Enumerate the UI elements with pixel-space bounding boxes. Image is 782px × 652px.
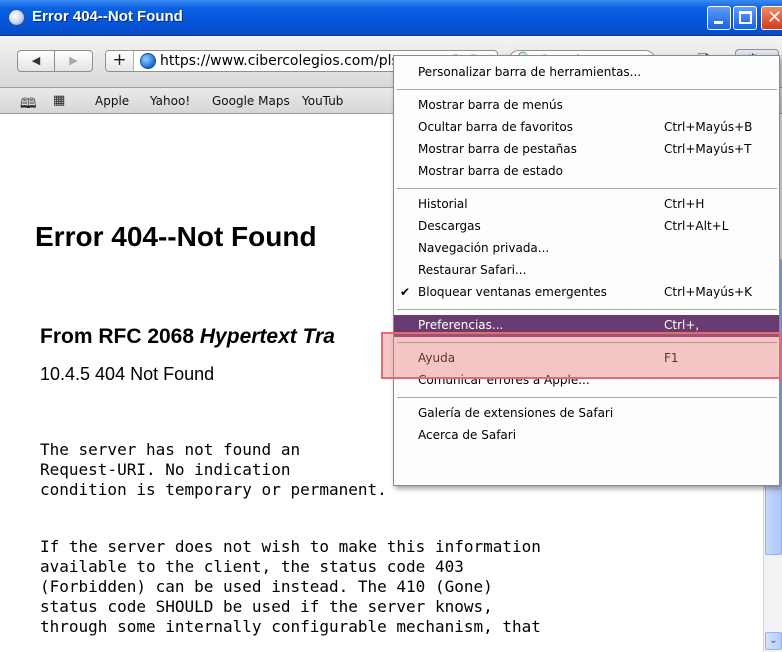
url-field[interactable]: https://www.cibercolegios.com/pls [160,53,402,69]
menu-item-personalizar-barra-de-herramientas[interactable]: Personalizar barra de herramientas... [394,62,779,84]
bookmark-yahoo[interactable]: Yahoo! [150,94,190,108]
rfc-heading-text: From RFC 2068 [40,325,200,348]
menu-separator [397,89,777,90]
window-title: Error 404--Not Found [32,8,183,25]
scroll-down-button[interactable]: ⌄ [765,632,782,650]
section-heading: 10.4.5 404 Not Found [40,364,215,384]
forward-button[interactable]: ▶ [55,51,92,71]
paragraph-2: If the server does not wish to make this… [40,537,541,636]
menu-item-label: Navegación privada... [418,241,550,255]
menu-item-mostrar-barra-de-estado[interactable]: Mostrar barra de estado [394,161,779,183]
menu-item-label: Descargas [418,219,481,233]
reading-list-icon[interactable]: 🕮 [20,93,37,117]
safari-app-icon[interactable] [8,9,25,26]
close-button[interactable]: ✕ [761,6,782,30]
menu-item-shortcut: Ctrl+Mayús+K [664,285,752,299]
menu-item-restaurar-safari[interactable]: Restaurar Safari... [394,260,779,282]
menu-item-label: Restaurar Safari... [418,263,527,277]
top-sites-icon[interactable]: ▦ [53,93,65,108]
menu-item-shortcut: Ctrl+, [664,318,700,332]
menu-item-label: Mostrar barra de menús [418,98,563,112]
annotation-highlight [381,332,781,379]
checkmark-icon: ✔ [400,285,411,299]
maximize-button[interactable] [733,6,757,30]
title-bar: Error 404--Not Found ✕ [0,0,782,36]
menu-item-galeria-de-extensiones-de-safari[interactable]: Galería de extensiones de Safari [394,403,779,425]
menu-item-shortcut: Ctrl+H [664,197,705,211]
rfc-heading: From RFC 2068 Hypertext Tra [40,325,335,349]
menu-item-label: Historial [418,197,468,211]
navigation-buttons: ◀ ▶ [17,50,93,72]
menu-item-mostrar-barra-de-pestanas[interactable]: Mostrar barra de pestañas Ctrl+Mayús+T [394,139,779,161]
page-title: Error 404--Not Found [35,221,317,252]
menu-item-mostrar-barra-de-menus[interactable]: Mostrar barra de menús [394,95,779,117]
menu-item-label: Acerca de Safari [418,428,517,442]
paragraph-1: The server has not found an Request-URI.… [40,440,387,499]
menu-item-descargas[interactable]: Descargas Ctrl+Alt+L [394,216,779,238]
bookmark-google-maps[interactable]: Google Maps [212,94,290,108]
menu-item-label: Galería de extensiones de Safari [418,406,614,420]
menu-item-acerca-de-safari[interactable]: Acerca de Safari [394,425,779,447]
menu-item-shortcut: Ctrl+Alt+L [664,219,729,233]
menu-item-navegacion-privada[interactable]: Navegación privada... [394,238,779,260]
back-button[interactable]: ◀ [18,51,55,71]
menu-item-label: Preferencias... [418,318,504,332]
menu-item-shortcut: Ctrl+Mayús+B [664,120,753,134]
menu-item-label: Ocultar barra de favoritos [418,120,573,134]
menu-item-ocultar-barra-de-favoritos[interactable]: Ocultar barra de favoritos Ctrl+Mayús+B [394,117,779,139]
minimize-button[interactable] [707,6,731,30]
maximize-icon [739,11,752,24]
menu-separator [397,397,777,398]
menu-separator [397,309,777,310]
settings-menu: Personalizar barra de herramientas... Mos… [393,55,780,486]
menu-item-bloquear-ventanas-emergentes[interactable]: ✔ Bloquear ventanas emergentes Ctrl+Mayús+… [394,282,779,304]
menu-item-label: Mostrar barra de estado [418,164,563,178]
minimize-icon [714,21,723,24]
bookmark-apple[interactable]: Apple [95,94,129,108]
globe-icon [140,53,156,69]
menu-item-shortcut: Ctrl+Mayús+T [664,142,752,156]
menu-item-label: Mostrar barra de pestañas [418,142,577,156]
menu-separator [397,188,777,189]
close-icon: ✕ [767,7,782,28]
add-bookmark-button[interactable]: + [106,51,134,71]
bookmark-youtube[interactable]: YouTub [302,94,343,108]
menu-item-historial[interactable]: Historial Ctrl+H [394,194,779,216]
menu-item-label: Bloquear ventanas emergentes [418,285,607,299]
rfc-heading-italic: Hypertext Tra [199,325,335,348]
menu-item-label: Personalizar barra de herramientas... [418,65,642,79]
